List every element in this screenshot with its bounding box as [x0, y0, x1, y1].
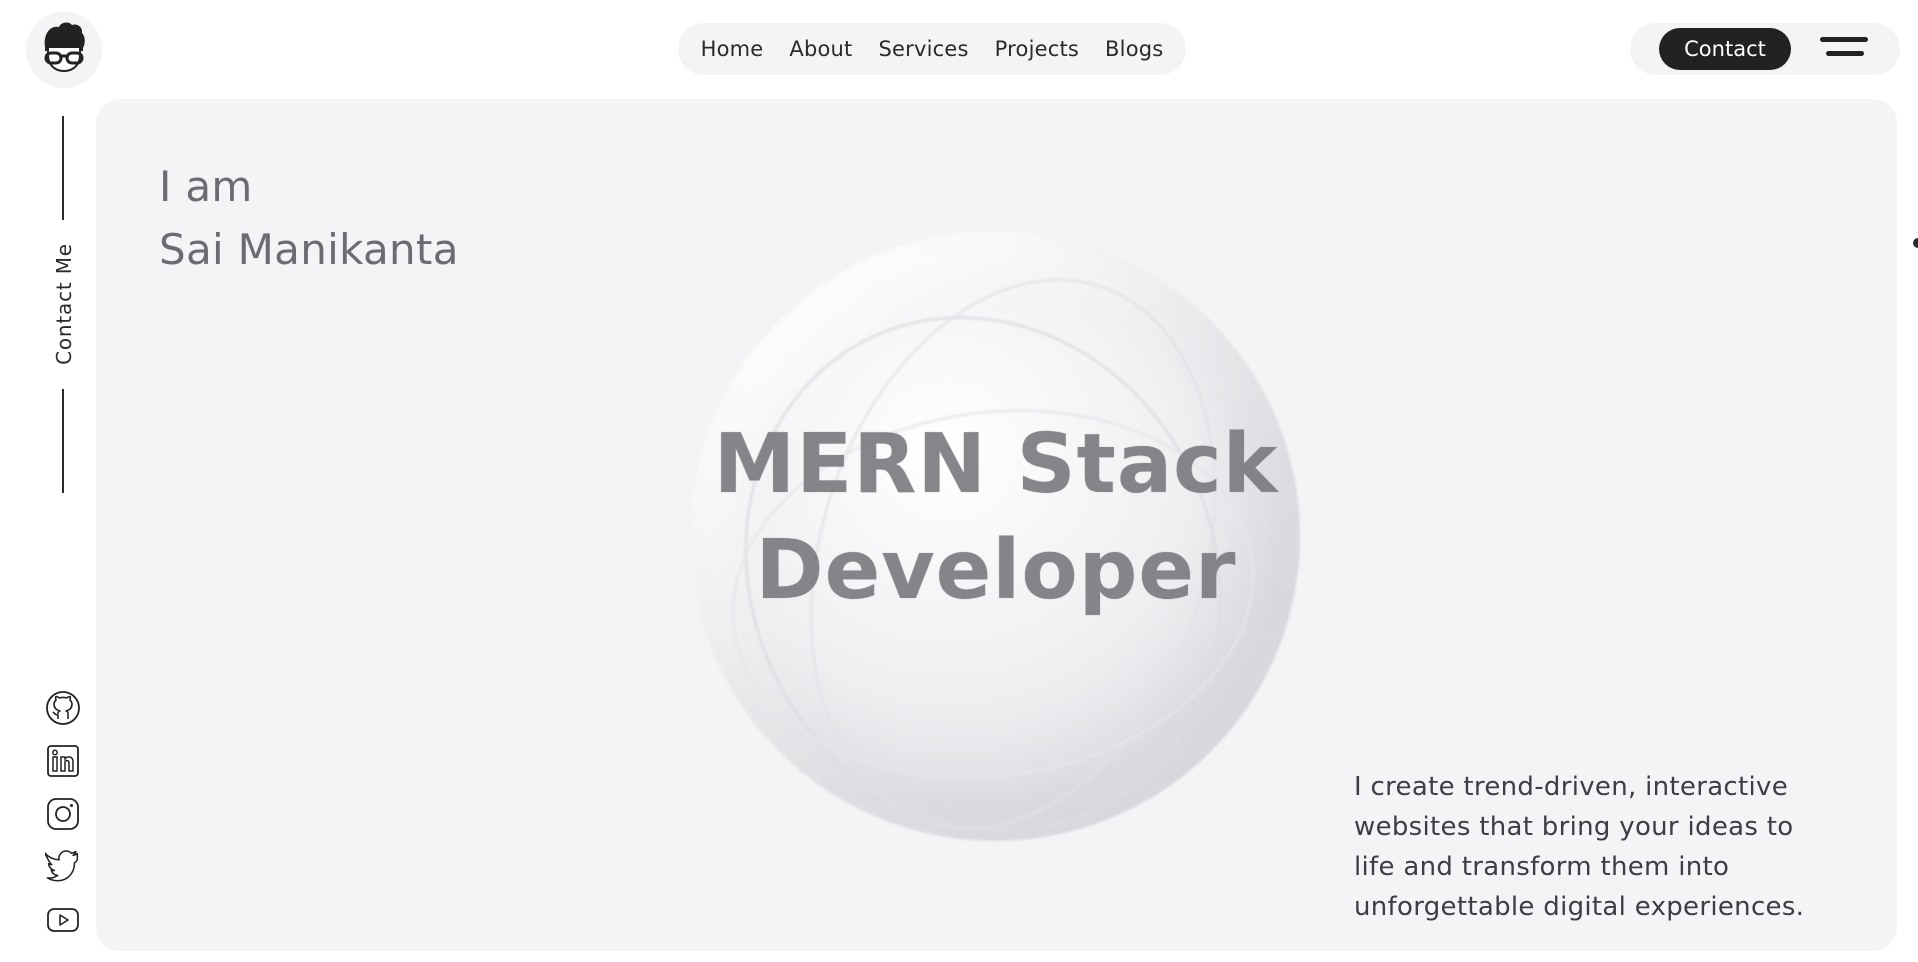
- nav-services-link[interactable]: Services: [879, 37, 969, 61]
- linkedin-icon[interactable]: [45, 743, 81, 779]
- role-headline: MERN Stack Developer: [656, 412, 1336, 624]
- nav-blogs-link[interactable]: Blogs: [1105, 37, 1163, 61]
- intro-heading: I am Sai Manikanta: [159, 155, 459, 281]
- nav-home-link[interactable]: Home: [701, 37, 764, 61]
- instagram-icon[interactable]: [45, 796, 81, 832]
- hero-section: I am Sai Manikanta MERN Stack Developer …: [96, 99, 1897, 951]
- developer-avatar-icon: [44, 22, 85, 73]
- logo-avatar[interactable]: [26, 12, 102, 88]
- contact-button[interactable]: Contact: [1659, 28, 1791, 70]
- cursor-dot: [1913, 238, 1918, 248]
- nav-projects-link[interactable]: Projects: [995, 37, 1079, 61]
- youtube-icon[interactable]: [45, 902, 81, 938]
- headline-line-2: Developer: [755, 523, 1237, 618]
- nav-about-link[interactable]: About: [789, 37, 852, 61]
- twitter-icon[interactable]: [43, 849, 81, 885]
- menu-bar-bottom: [1826, 51, 1864, 56]
- menu-bar-top: [1820, 37, 1868, 42]
- headline-line-1: MERN Stack: [713, 417, 1279, 512]
- main-navigation: Home About Services Projects Blogs: [678, 23, 1186, 75]
- intro-line-i-am: I am: [159, 162, 253, 211]
- github-icon[interactable]: [45, 690, 81, 726]
- contact-me-link[interactable]: Contact Me: [52, 243, 76, 365]
- hamburger-menu-icon[interactable]: [1812, 32, 1868, 66]
- divider-line-bottom: [62, 389, 64, 493]
- hero-tagline: I create trend-driven, interactive websi…: [1354, 772, 1805, 922]
- intro-name: Sai Manikanta: [159, 225, 459, 274]
- divider-line-top: [62, 116, 64, 220]
